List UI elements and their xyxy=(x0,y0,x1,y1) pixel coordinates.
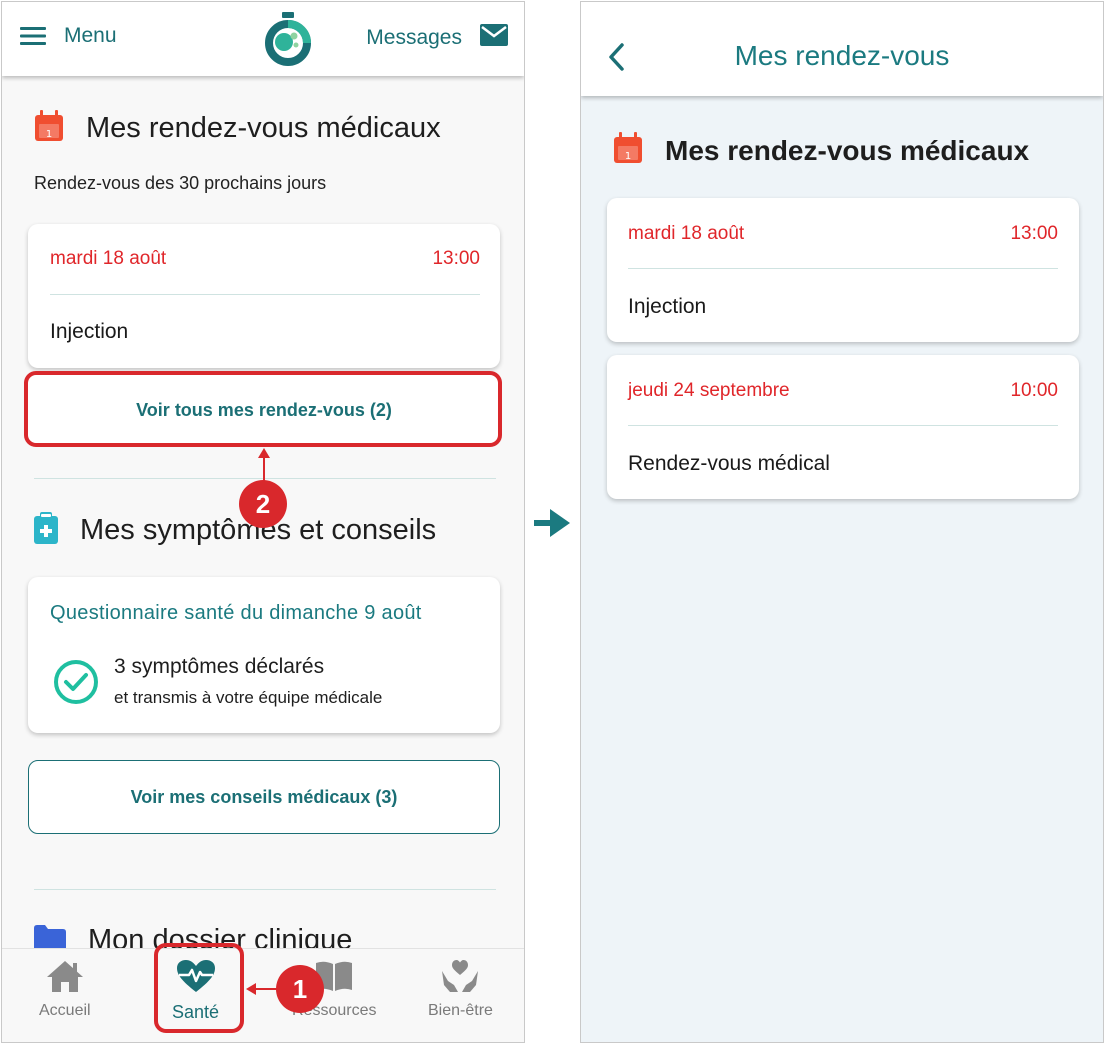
appointment-time: 13:00 xyxy=(432,248,480,269)
hamburger-icon xyxy=(20,26,46,46)
appointment-card[interactable]: mardi 18 août 13:00 Injection xyxy=(607,198,1079,342)
home-screen: Menu Messages 1 Mes rendez-vous médicaux… xyxy=(1,1,525,1043)
appointments-section-title: 1 Mes rendez-vous médicaux xyxy=(34,110,441,147)
symptoms-count: 3 symptômes déclarés xyxy=(114,655,325,678)
appointments-subtitle: Rendez-vous des 30 prochains jours xyxy=(34,173,327,193)
app-logo xyxy=(264,12,314,66)
appointment-date: mardi 18 août xyxy=(628,223,745,244)
card-divider xyxy=(50,294,480,295)
appointment-event: Injection xyxy=(50,320,129,343)
card-divider xyxy=(628,268,1058,269)
nav-label: Bien-être xyxy=(428,1002,493,1019)
appointment-time: 10:00 xyxy=(1010,380,1058,401)
appointment-event: Rendez-vous médical xyxy=(628,452,830,475)
clipboard-medical-icon xyxy=(34,512,58,549)
svg-text:1: 1 xyxy=(625,151,631,162)
card-divider xyxy=(628,425,1058,426)
appointments-screen: Mes rendez-vous 1 Mes rendez-vous médica… xyxy=(580,1,1104,1043)
symptoms-section-title: Mes symptômes et conseils xyxy=(34,512,436,549)
appointment-date: mardi 18 août xyxy=(50,248,167,269)
check-circle-icon xyxy=(53,659,99,710)
symptoms-transmitted: et transmis à votre équipe médicale xyxy=(114,688,383,707)
top-app-bar: Menu Messages xyxy=(2,2,524,76)
step-1-highlight xyxy=(154,943,244,1033)
menu-button[interactable]: Menu xyxy=(20,24,117,48)
appointments-title: Mes rendez-vous médicaux xyxy=(86,112,441,144)
appointment-card[interactable]: jeudi 24 septembre 10:00 Rendez-vous méd… xyxy=(607,355,1079,499)
questionnaire-card[interactable]: Questionnaire santé du dimanche 9 août 3… xyxy=(28,577,500,733)
nav-label: Accueil xyxy=(39,1002,91,1019)
appointment-card[interactable]: mardi 18 août 13:00 Injection xyxy=(28,224,500,368)
envelope-icon xyxy=(480,24,508,51)
menu-label: Menu xyxy=(64,24,117,47)
section-divider xyxy=(34,889,496,890)
view-advice-button[interactable]: Voir mes conseils médicaux (3) xyxy=(28,760,500,834)
calendar-icon: 1 xyxy=(613,132,643,169)
messages-button[interactable]: Messages xyxy=(366,24,508,51)
nav-item-bien-etre[interactable]: Bien-être xyxy=(428,959,493,1020)
step-2-badge: 2 xyxy=(239,480,287,528)
step-2-highlight xyxy=(24,371,502,447)
step-1-badge: 1 xyxy=(276,965,324,1013)
appointment-date: jeudi 24 septembre xyxy=(628,380,790,401)
messages-label: Messages xyxy=(366,25,462,49)
appointment-event: Injection xyxy=(628,295,707,318)
svg-text:1: 1 xyxy=(46,129,52,140)
arrow-right-icon xyxy=(532,507,572,544)
view-advice-label: Voir mes conseils médicaux (3) xyxy=(130,786,398,807)
appointments-title: Mes rendez-vous médicaux xyxy=(665,134,1030,166)
top-app-bar: Mes rendez-vous xyxy=(581,2,1103,96)
calendar-icon: 1 xyxy=(34,110,64,147)
questionnaire-title: Questionnaire santé du dimanche 9 août xyxy=(50,602,422,624)
nav-item-accueil[interactable]: Accueil xyxy=(39,959,91,1020)
appointments-section-title: 1 Mes rendez-vous médicaux xyxy=(613,132,1029,169)
page-title: Mes rendez-vous xyxy=(734,40,950,71)
home-icon xyxy=(45,959,85,998)
appointment-time: 13:00 xyxy=(1010,223,1058,244)
step-1-arrow xyxy=(246,983,280,995)
hands-heart-icon xyxy=(440,959,480,998)
